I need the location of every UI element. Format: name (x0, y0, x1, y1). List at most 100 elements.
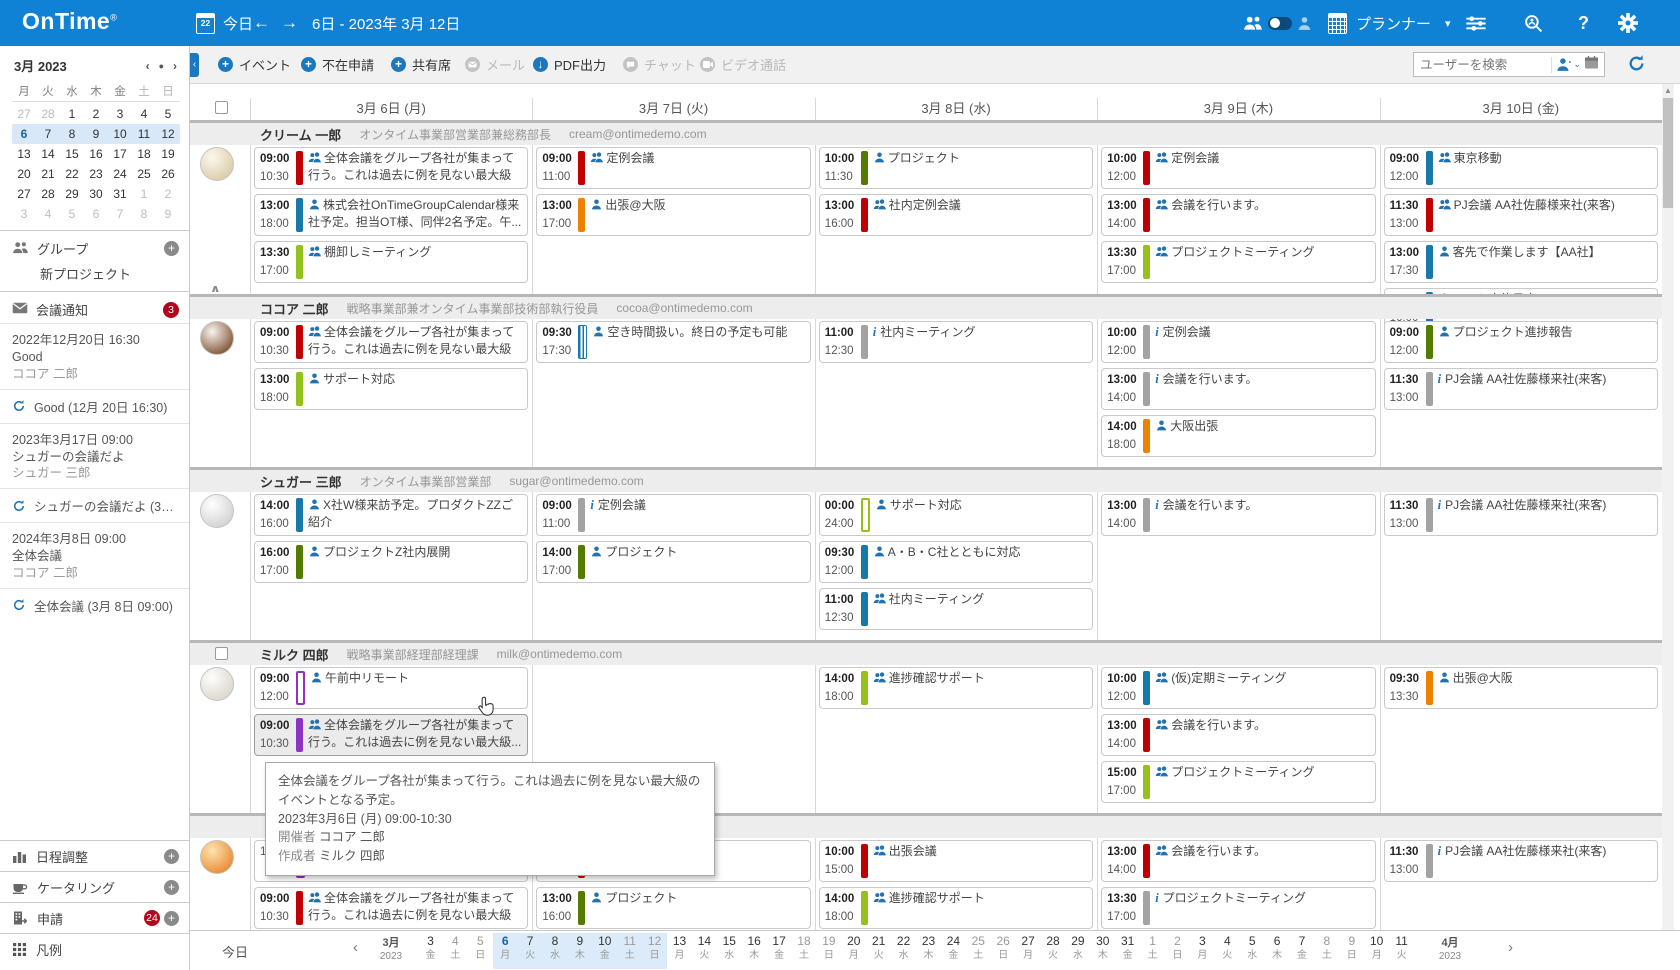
strip-day-cell[interactable]: 14火 (692, 933, 717, 969)
minical-day[interactable]: 11 (132, 127, 156, 141)
minical-day[interactable]: 29 (60, 187, 84, 201)
event-card[interactable]: 13:0018:00サポート対応 (254, 368, 528, 410)
toolbar-button-5[interactable]: ↓PDF出力 (533, 46, 606, 83)
minical-day[interactable]: 4 (36, 207, 60, 221)
event-card[interactable]: 11:3013:00PJ会議 AA社佐藤様来社(来客) (1384, 194, 1658, 236)
notification-item[interactable]: 2023年3月17日 09:00シュガーの会議だよシュガー 三郎 (0, 423, 189, 489)
minical-day[interactable]: 7 (36, 127, 60, 141)
strip-day-cell[interactable]: 11土 (617, 933, 642, 969)
strip-day-cell[interactable]: 6月 (493, 933, 518, 969)
today-button[interactable]: 22 今日 (196, 0, 253, 46)
strip-day-cell[interactable]: 27月 (1016, 933, 1041, 969)
minical-day[interactable]: 1 (132, 187, 156, 201)
minical-day[interactable]: 31 (108, 187, 132, 201)
event-card[interactable]: 10:0015:00出張会議 (819, 840, 1093, 882)
strip-next-icon[interactable]: › (1508, 939, 1513, 956)
strip-day-cell[interactable]: 20月 (841, 933, 866, 969)
scrollbar-thumb[interactable] (1663, 98, 1673, 208)
strip-day-cell[interactable]: 11火 (1389, 933, 1414, 969)
event-card[interactable]: 10:0012:00i定例会議 (1101, 321, 1375, 363)
event-card[interactable]: 16:0017:00プロジェクトZ社内展開 (254, 541, 528, 583)
sidebar-tool-chart[interactable]: 日程調整+ (0, 840, 189, 871)
minical-day[interactable]: 18 (132, 147, 156, 161)
minical-day[interactable]: 7 (108, 207, 132, 221)
event-card[interactable]: 10:0011:30プロジェクト (819, 147, 1093, 189)
minical-day[interactable]: 6 (84, 207, 108, 221)
strip-day-cell[interactable]: 1土 (1140, 933, 1165, 969)
event-card[interactable]: 13:0017:30客先で作業します【AA社】 (1384, 241, 1658, 283)
minical-day[interactable]: 5 (60, 207, 84, 221)
event-card[interactable]: 13:0014:00i会議を行います。 (1101, 494, 1375, 536)
event-card[interactable]: 13:3017:00棚卸しミーティング (254, 241, 528, 283)
minical-next-icon[interactable]: › (173, 59, 177, 73)
minical-day[interactable]: 13 (12, 147, 36, 161)
toolbar-button-3[interactable]: +共有席 (391, 46, 451, 83)
strip-day-cell[interactable]: 2日 (1165, 933, 1190, 969)
event-card[interactable]: 13:0018:00株式会社OnTimeGroupCalendar様来社予定。担… (254, 194, 528, 236)
sidebar-tool-cup[interactable]: ケータリング+ (0, 871, 189, 902)
event-card[interactable]: 14:0018:00進捗確認サポート (819, 887, 1093, 929)
display-settings-icon[interactable] (1466, 0, 1486, 46)
group-person-toggle[interactable] (1268, 0, 1292, 46)
notification-reply[interactable]: シュガーの会議だよ (3月 17日 ... (0, 488, 189, 522)
minical-day[interactable]: 28 (36, 187, 60, 201)
event-card[interactable]: 10:0012:00(仮)定期ミーティング (1101, 667, 1375, 709)
minical-today-dot[interactable]: ● (159, 61, 164, 71)
event-card[interactable]: 10:0012:00定例会議 (1101, 147, 1375, 189)
scroll-up-icon[interactable]: ▲ (1662, 84, 1674, 97)
add-person-icon[interactable]: ⌄ (1556, 57, 1581, 72)
strip-prev-icon[interactable]: ‹ (353, 939, 358, 956)
minical-day[interactable]: 24 (108, 167, 132, 181)
minical-day[interactable]: 8 (132, 207, 156, 221)
sidebar-collapse-icon[interactable]: ‹ (190, 53, 199, 77)
strip-day-cell[interactable]: 22水 (891, 933, 916, 969)
sidebar-group-item[interactable]: 新プロジェクト (0, 262, 189, 291)
minical-day[interactable]: 25 (132, 167, 156, 181)
minical-day[interactable]: 1 (60, 107, 84, 121)
strip-day-cell[interactable]: 6木 (1265, 933, 1290, 969)
strip-day-cell[interactable]: 16木 (742, 933, 767, 969)
minical-day[interactable]: 15 (60, 147, 84, 161)
event-card[interactable]: 13:3017:00プロジェクトミーティング (1101, 241, 1375, 283)
event-card[interactable]: 13:0014:00会議を行います。 (1101, 840, 1375, 882)
user-search-input[interactable] (1414, 58, 1547, 72)
minical-day[interactable]: 9 (84, 127, 108, 141)
tool-add-button[interactable]: + (164, 911, 179, 926)
tool-add-button[interactable]: + (164, 880, 179, 895)
strip-day-cell[interactable]: 5水 (1240, 933, 1265, 969)
strip-day-cell[interactable]: 8水 (543, 933, 568, 969)
strip-day-cell[interactable]: 21火 (866, 933, 891, 969)
minical-prev-icon[interactable]: ‹ (146, 59, 150, 73)
view-selector[interactable]: プランナー ▾ (1328, 0, 1451, 46)
help-icon[interactable]: ? (1578, 0, 1589, 46)
event-card[interactable]: 14:0017:00プロジェクト (536, 541, 810, 583)
notification-reply[interactable]: Good (12月 20日 16:30) (0, 389, 189, 423)
collapse-row-icon[interactable]: ∧ (210, 283, 221, 296)
strip-day-cell[interactable]: 17金 (767, 933, 792, 969)
notification-reply[interactable]: 全体会議 (3月 8日 09:00) (0, 588, 189, 622)
event-card[interactable]: 09:3012:00A・B・C社とともに対応 (819, 541, 1093, 583)
event-card[interactable]: 13:0016:00プロジェクト (536, 887, 810, 929)
event-card[interactable]: 14:0018:00大阪出張 (1101, 415, 1375, 457)
minical-day[interactable]: 3 (108, 107, 132, 121)
event-card[interactable]: 13:0014:00会議を行います。 (1101, 194, 1375, 236)
event-card[interactable]: 11:3013:00iPJ会議 AA社佐藤様来社(来客) (1384, 368, 1658, 410)
minical-day[interactable]: 12 (156, 127, 180, 141)
strip-day-cell[interactable]: 18土 (792, 933, 817, 969)
notification-item[interactable]: 2024年3月8日 09:00全体会議ココア 二郎 (0, 522, 189, 588)
strip-day-cell[interactable]: 15水 (717, 933, 742, 969)
event-card[interactable]: 09:0012:00プロジェクト進捗報告 (1384, 321, 1658, 363)
minical-day[interactable]: 2 (156, 187, 180, 201)
sidebar-tool-legend[interactable]: 凡例 (0, 933, 189, 964)
minical-day[interactable]: 17 (108, 147, 132, 161)
minical-day[interactable]: 28 (36, 107, 60, 121)
strip-day-cell[interactable]: 10金 (592, 933, 617, 969)
minical-day[interactable]: 22 (60, 167, 84, 181)
event-card[interactable]: 09:0010:30全体会議をグループ各社が集まって行う。これは過去に例を見ない… (254, 887, 528, 929)
minical-day[interactable]: 6 (12, 127, 36, 141)
strip-day-cell[interactable]: 30木 (1090, 933, 1115, 969)
strip-day-cell[interactable]: 31金 (1115, 933, 1140, 969)
minical-day[interactable]: 5 (156, 107, 180, 121)
event-card[interactable]: 09:3013:30出張@大阪 (1384, 667, 1658, 709)
event-card[interactable]: 11:0012:30社内ミーティング (819, 588, 1093, 630)
